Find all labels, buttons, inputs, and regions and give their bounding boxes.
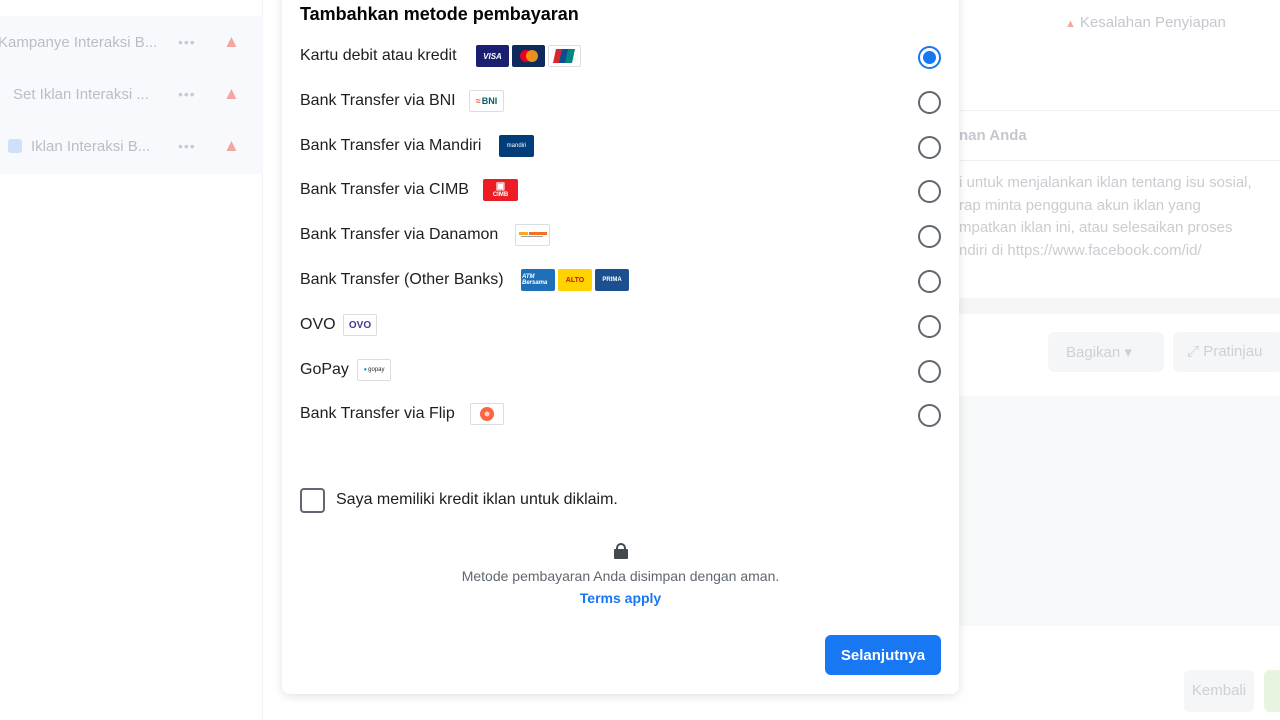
option-label: GoPay	[300, 361, 349, 378]
tree-row-ad[interactable]: Iklan Interaksi B... ••• ▲	[0, 120, 263, 172]
payment-option-card[interactable]: Kartu debit atau kredit VISA	[282, 37, 959, 77]
tree-row-adset[interactable]: Set Iklan Interaksi ... ••• ▲	[0, 68, 263, 120]
payment-option-mandiri[interactable]: Bank Transfer via Mandiri mandiri	[282, 127, 959, 167]
payment-option-other-banks[interactable]: Bank Transfer (Other Banks) ATM Bersama …	[282, 261, 959, 301]
option-label: Bank Transfer via Danamon	[300, 226, 499, 243]
ad-icon	[8, 139, 22, 153]
panel-text-line: rap minta pengguna akun iklan yang	[959, 196, 1201, 214]
campaign-tree: Kampanye Interaksi B... ••• ▲ Set Iklan …	[0, 16, 263, 174]
mandiri-logos: mandiri	[499, 135, 534, 157]
ad-credit-checkbox[interactable]	[300, 487, 325, 513]
ad-credit-label: Saya memiliki kredit iklan untuk diklaim…	[336, 491, 618, 508]
payment-method-dialog: Tambahkan metode pembayaran Kartu debit …	[282, 0, 959, 694]
setup-error-status[interactable]: ▲ Kesalahan Penyiapan	[1065, 14, 1226, 31]
preview-label: Pratinjau	[1203, 343, 1263, 360]
flip-logo	[470, 403, 504, 425]
divider-band	[959, 298, 1280, 314]
chevron-down-icon: ▾	[1124, 344, 1132, 361]
tree-row-label: Kampanye Interaksi B...	[0, 33, 158, 51]
ad-detail-panel: ▲ Kesalahan Penyiapan nan Anda i untuk me…	[959, 0, 1280, 720]
option-radio[interactable]	[918, 46, 941, 69]
divider	[959, 110, 1280, 111]
card-logos: VISA	[476, 45, 581, 67]
warning-icon: ▲	[223, 136, 240, 155]
secure-text: Metode pembayaran Anda disimpan dengan a…	[461, 568, 780, 584]
security-note: Metode pembayaran Anda disimpan dengan a…	[282, 543, 959, 608]
top-bar: ▲ Kesalahan Penyiapan	[959, 0, 1280, 46]
tree-row-campaign[interactable]: Kampanye Interaksi B... ••• ▲	[0, 16, 263, 68]
tree-row-label: Set Iklan Interaksi ...	[13, 85, 149, 103]
divider	[959, 160, 1280, 161]
back-button[interactable]: Kembali	[1184, 670, 1254, 712]
visa-logo: VISA	[476, 45, 509, 67]
flip-logos	[470, 403, 504, 425]
payment-option-ovo[interactable]: OVO OVO	[282, 306, 959, 346]
ovo-logo: OVO	[343, 314, 377, 336]
payment-option-bni[interactable]: Bank Transfer via BNI ≈ BNI	[282, 82, 959, 122]
option-radio[interactable]	[918, 91, 941, 114]
payment-option-gopay[interactable]: GoPay ● gopay	[282, 351, 959, 391]
bni-logo: ≈ BNI	[469, 90, 504, 112]
warning-icon: ▲	[1065, 18, 1076, 30]
panel-text-line: mpatkan iklan ini, atau selesaikan prose…	[959, 219, 1233, 236]
share-label: Bagikan	[1066, 344, 1121, 361]
preview-button[interactable]: ⤢ Pratinjau	[1173, 332, 1280, 372]
option-radio[interactable]	[918, 270, 941, 293]
cimb-logos: ▣ CIMB	[483, 179, 518, 201]
option-radio[interactable]	[918, 180, 941, 203]
tree-row-label: Iklan Interaksi B...	[31, 137, 151, 155]
cimb-logo: ▣ CIMB	[483, 179, 518, 201]
prima-logo: PRIMA	[595, 269, 629, 291]
atm-bersama-logo: ATM Bersama	[521, 269, 555, 291]
lock-icon	[613, 543, 628, 559]
bni-logos: ≈ BNI	[469, 90, 504, 112]
option-radio[interactable]	[918, 136, 941, 159]
setup-error-label: Kesalahan Penyiapan	[1079, 14, 1226, 31]
ad-credit-claim[interactable]: Saya memiliki kredit iklan untuk diklaim…	[300, 487, 618, 513]
option-label: Bank Transfer via CIMB	[300, 181, 469, 198]
panel-text-line: ndiri di https://www.facebook.com/id/	[959, 241, 1202, 259]
option-radio[interactable]	[918, 360, 941, 383]
unionpay-logo	[548, 45, 581, 67]
payment-option-cimb[interactable]: Bank Transfer via CIMB ▣ CIMB	[282, 171, 959, 211]
danamon-logo	[515, 224, 550, 246]
option-radio[interactable]	[918, 225, 941, 248]
mandiri-logo: mandiri	[499, 135, 534, 157]
gopay-logo: ● gopay	[357, 359, 391, 381]
gopay-logos: ● gopay	[357, 359, 391, 381]
dialog-title: Tambahkan metode pembayaran	[300, 4, 579, 24]
option-radio[interactable]	[918, 315, 941, 338]
preview-area	[959, 396, 1280, 626]
expand-icon: ⤢	[1187, 343, 1200, 360]
next-button[interactable]: Selanjutnya	[825, 635, 941, 675]
payment-option-flip[interactable]: Bank Transfer via Flip	[282, 395, 959, 435]
warning-icon: ▲	[223, 84, 240, 103]
ovo-logos: OVO	[343, 314, 377, 336]
publish-button[interactable]	[1264, 670, 1280, 712]
share-button[interactable]: Bagikan ▾	[1048, 332, 1164, 372]
panel-text-line: i untuk menjalankan iklan tentang isu so…	[959, 174, 1252, 191]
payment-option-danamon[interactable]: Bank Transfer via Danamon	[282, 216, 959, 256]
warning-icon: ▲	[223, 32, 240, 51]
option-label: Bank Transfer via BNI	[300, 92, 456, 109]
alto-logo: ALTO	[558, 269, 592, 291]
option-label: Kartu debit atau kredit	[300, 47, 457, 64]
option-label: Bank Transfer via Mandiri	[300, 137, 482, 154]
option-radio[interactable]	[918, 404, 941, 427]
terms-link[interactable]: Terms apply	[580, 590, 661, 606]
more-options-icon[interactable]: •••	[178, 34, 196, 50]
option-label: Bank Transfer via Flip	[300, 405, 455, 422]
option-label: Bank Transfer (Other Banks)	[300, 271, 504, 288]
mastercard-logo	[512, 45, 545, 67]
option-label: OVO	[300, 316, 336, 333]
panel-title: nan Anda	[959, 127, 1027, 144]
more-options-icon[interactable]: •••	[178, 138, 196, 154]
campaign-tree-panel: Kampanye Interaksi B... ••• ▲ Set Iklan …	[0, 0, 263, 720]
more-options-icon[interactable]: •••	[178, 86, 196, 102]
other-bank-logos: ATM Bersama ALTO PRIMA	[521, 269, 629, 291]
danamon-logos	[515, 224, 550, 246]
panel-description: i untuk menjalankan iklan tentang isu so…	[959, 172, 1280, 262]
